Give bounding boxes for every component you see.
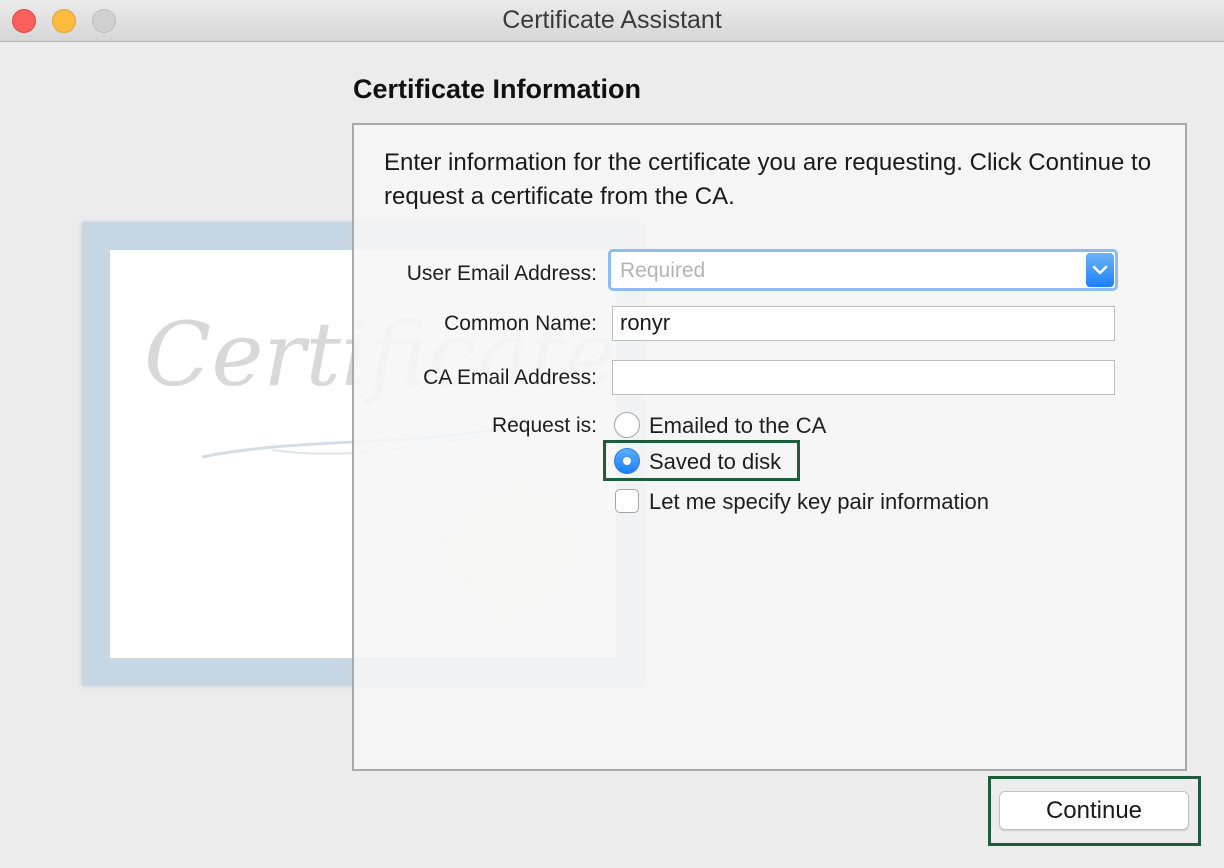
page-heading: Certificate Information <box>353 74 642 104</box>
title-bar: Certificate Assistant <box>0 0 1224 42</box>
user-email-label: User Email Address: <box>406 262 597 285</box>
request-is-label: Request is: <box>491 414 597 437</box>
ca-email-field[interactable] <box>612 360 1115 395</box>
key-pair-checkbox-label[interactable]: Let me specify key pair information <box>649 489 989 515</box>
chevron-down-icon <box>1092 265 1108 275</box>
window-title: Certificate Assistant <box>502 6 722 34</box>
continue-button[interactable]: Continue <box>999 791 1189 830</box>
common-name-label: Common Name: <box>444 312 597 335</box>
key-pair-checkbox[interactable] <box>615 489 639 513</box>
emailed-to-ca-label[interactable]: Emailed to the CA <box>649 413 826 439</box>
ca-email-label: CA Email Address: <box>423 366 597 389</box>
intro-text: Enter information for the certificate yo… <box>384 149 1152 210</box>
user-email-placeholder[interactable]: Required <box>620 259 705 283</box>
user-email-dropdown-button[interactable] <box>1086 253 1114 287</box>
saved-to-disk-highlight <box>603 440 800 481</box>
user-email-combobox[interactable]: Required <box>608 249 1118 291</box>
emailed-to-ca-radio[interactable] <box>614 412 640 438</box>
common-name-field[interactable]: ronyr <box>612 306 1115 341</box>
